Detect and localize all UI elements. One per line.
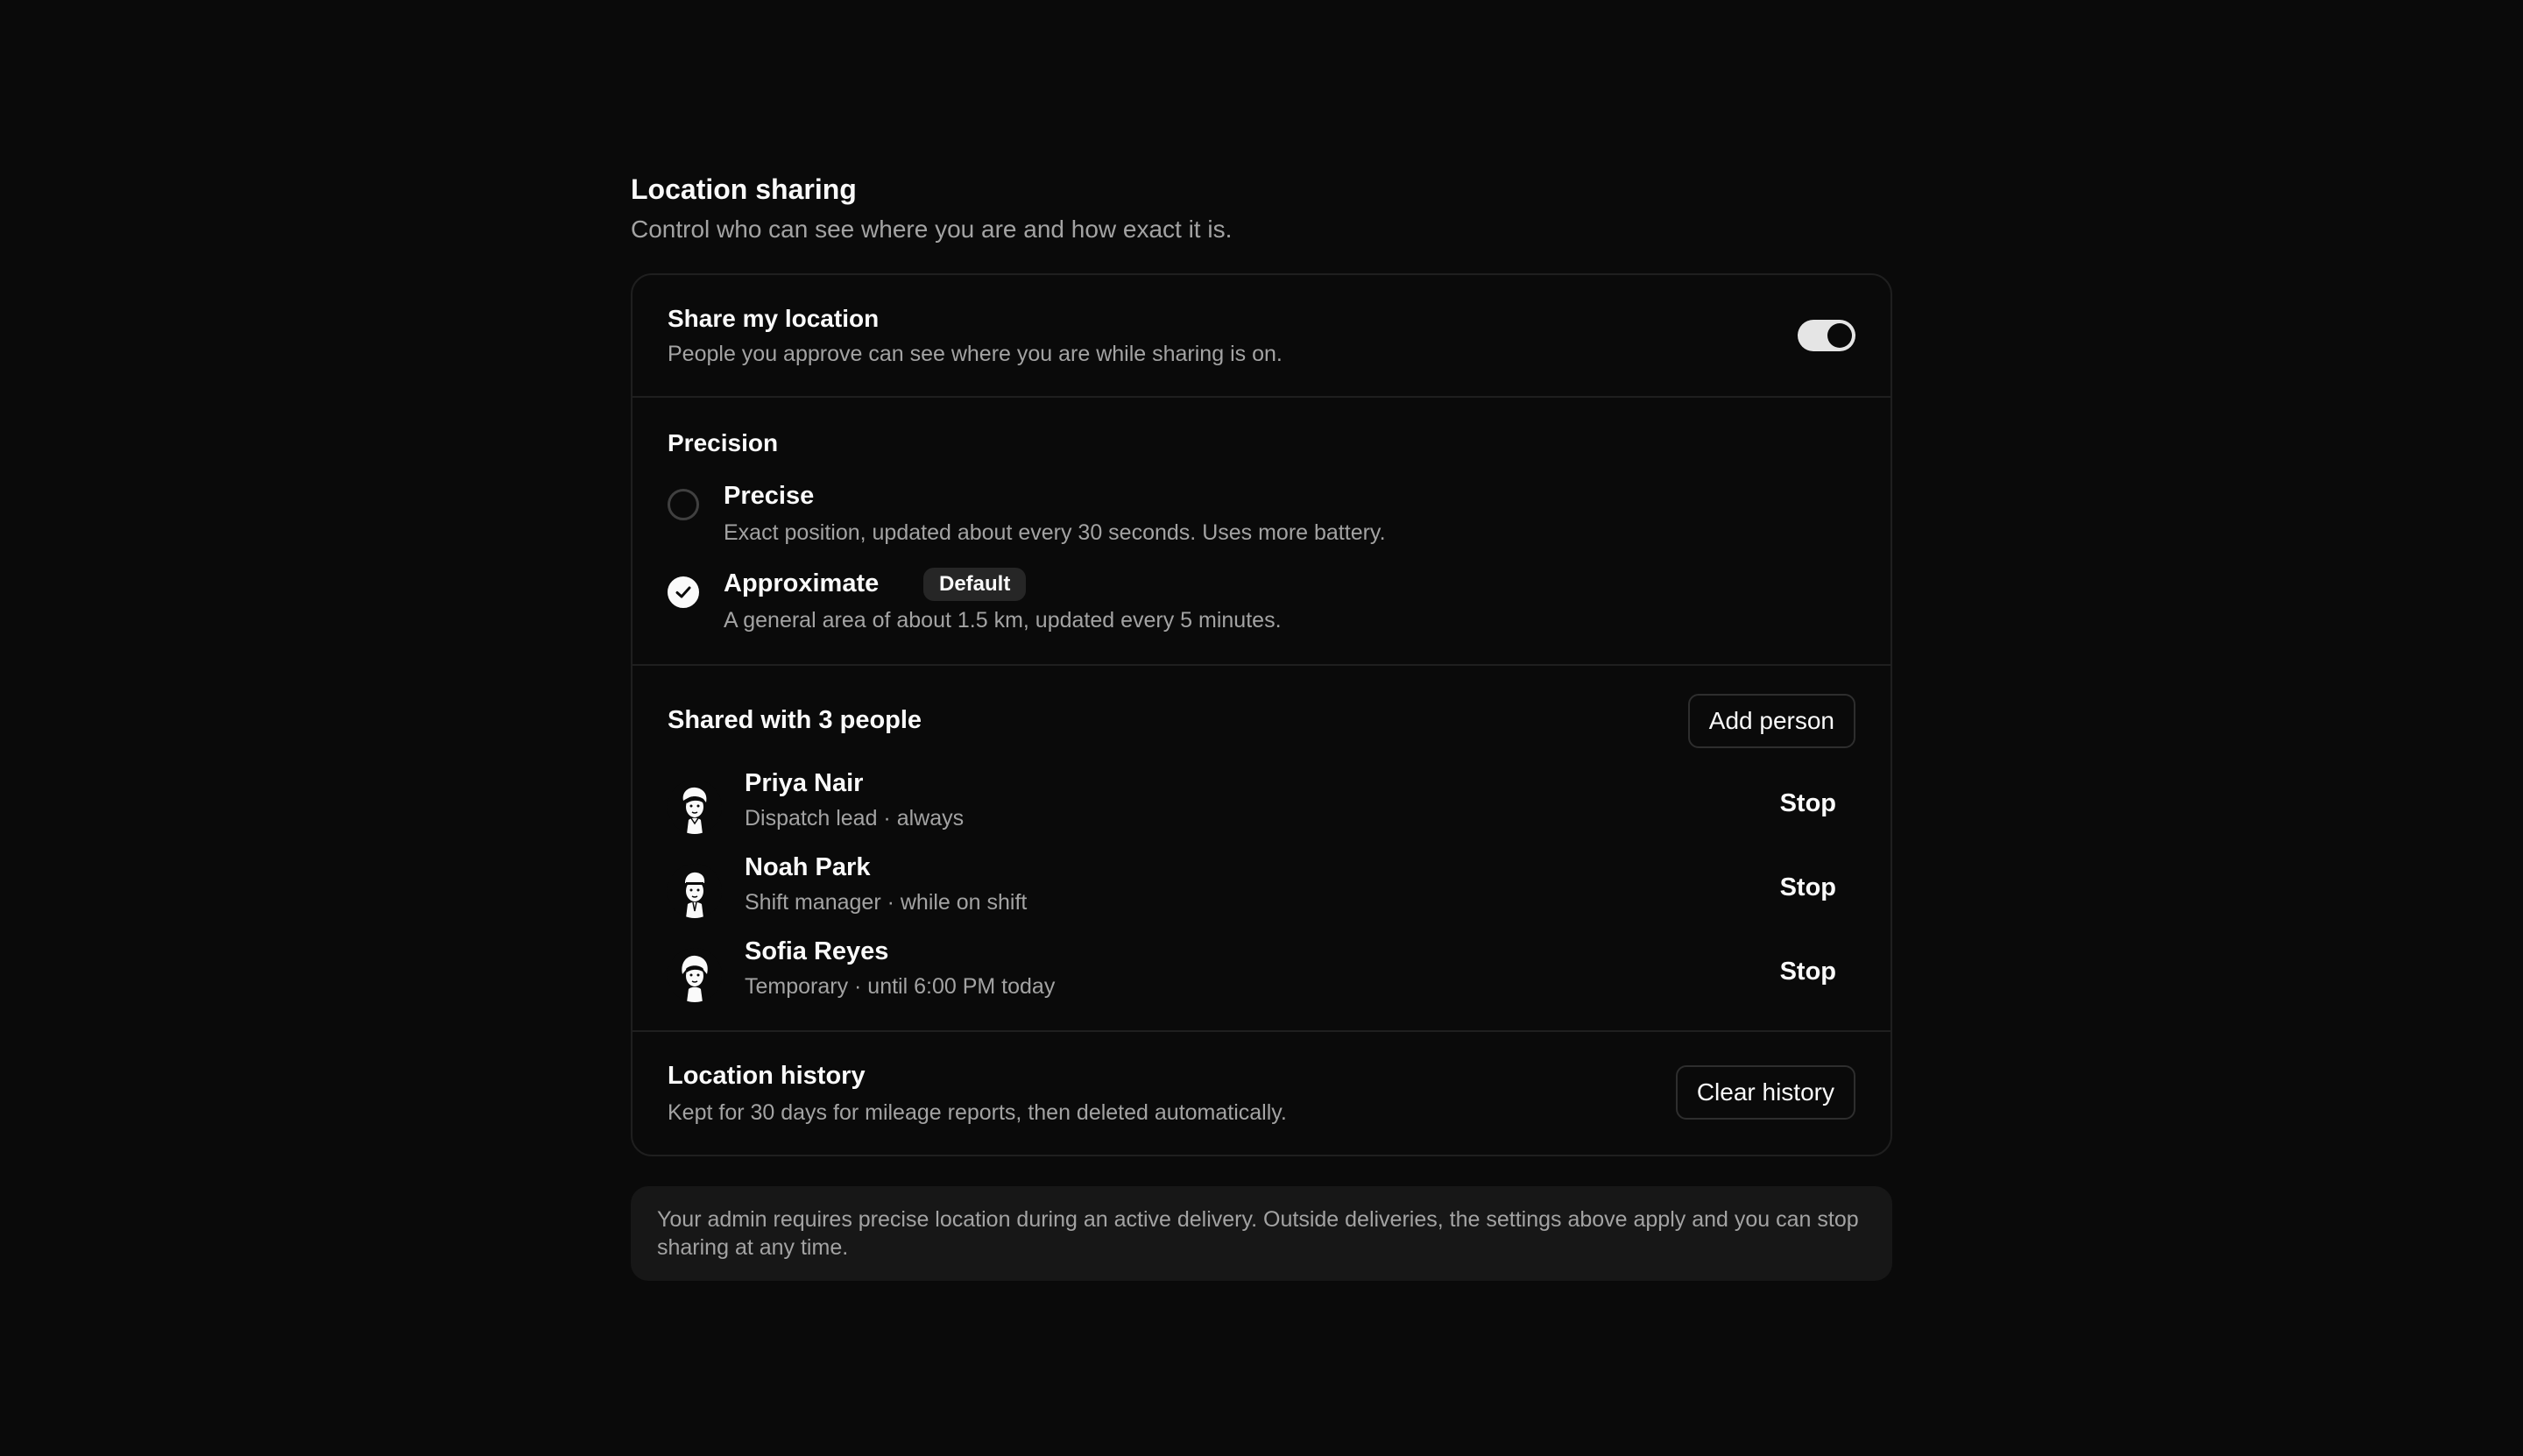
person-meta: Temporary · until 6:00 PM today <box>745 974 1056 999</box>
precision-title: Precision <box>668 429 779 456</box>
person-row: Noah Park Shift manager · while on shift… <box>668 853 1855 923</box>
person-meta: Dispatch lead · always <box>745 806 965 830</box>
stop-sharing-button[interactable]: Stop <box>1761 780 1855 827</box>
location-history-description: Kept for 30 days for mileage reports, th… <box>668 1100 1287 1125</box>
checkmark-icon <box>675 586 691 598</box>
option-description: A general area of about 1.5 km, updated … <box>724 608 1282 633</box>
avatar-illustration-icon <box>668 948 722 1002</box>
page-title: Location sharing <box>631 173 857 205</box>
radio-checked-icon[interactable] <box>668 576 699 608</box>
page-subtitle: Control who can see where you are and ho… <box>631 216 1233 243</box>
stop-sharing-button[interactable]: Stop <box>1761 864 1855 911</box>
stop-sharing-button[interactable]: Stop <box>1761 948 1855 995</box>
location-history-title: Location history <box>668 1062 866 1090</box>
avatar <box>668 864 722 918</box>
option-label: Approximate <box>724 569 880 597</box>
person-row: Priya Nair Dispatch lead · always Stop <box>668 769 1855 839</box>
shared-people-section: Shared with 3 people Add person Priya Na… <box>633 666 1890 1032</box>
person-meta: Shift manager · while on shift <box>745 890 1028 915</box>
share-location-title: Share my location <box>668 305 880 332</box>
shared-people-title: Shared with 3 people <box>668 706 922 734</box>
add-person-button[interactable]: Add person <box>1687 694 1855 748</box>
radio-unchecked-icon[interactable] <box>668 489 699 520</box>
precision-section: Precision Precise Exact position, update… <box>633 398 1890 666</box>
option-description: Exact position, updated about every 30 s… <box>724 520 1386 545</box>
share-location-toggle[interactable] <box>1798 320 1855 351</box>
person-name: Priya Nair <box>745 769 864 797</box>
avatar <box>668 780 722 834</box>
person-name: Sofia Reyes <box>745 937 889 965</box>
clear-history-button[interactable]: Clear history <box>1675 1065 1855 1120</box>
avatar-illustration-icon <box>668 780 722 834</box>
avatar <box>668 948 722 1002</box>
person-row: Sofia Reyes Temporary · until 6:00 PM to… <box>668 937 1855 1007</box>
share-location-section: Share my location People you approve can… <box>633 275 1890 398</box>
settings-card: Share my location People you approve can… <box>631 273 1892 1156</box>
option-label: Precise <box>724 482 815 510</box>
avatar-illustration-icon <box>668 864 722 918</box>
admin-notice: Your admin requires precise location dur… <box>631 1186 1892 1281</box>
share-location-description: People you approve can see where you are… <box>668 342 1283 366</box>
person-name: Noah Park <box>745 853 871 881</box>
location-history-section: Location history Kept for 30 days for mi… <box>633 1032 1890 1155</box>
default-badge: Default <box>923 568 1027 601</box>
toggle-knob <box>1827 323 1852 348</box>
location-sharing-page: Location sharing Control who can see whe… <box>631 172 1892 1281</box>
